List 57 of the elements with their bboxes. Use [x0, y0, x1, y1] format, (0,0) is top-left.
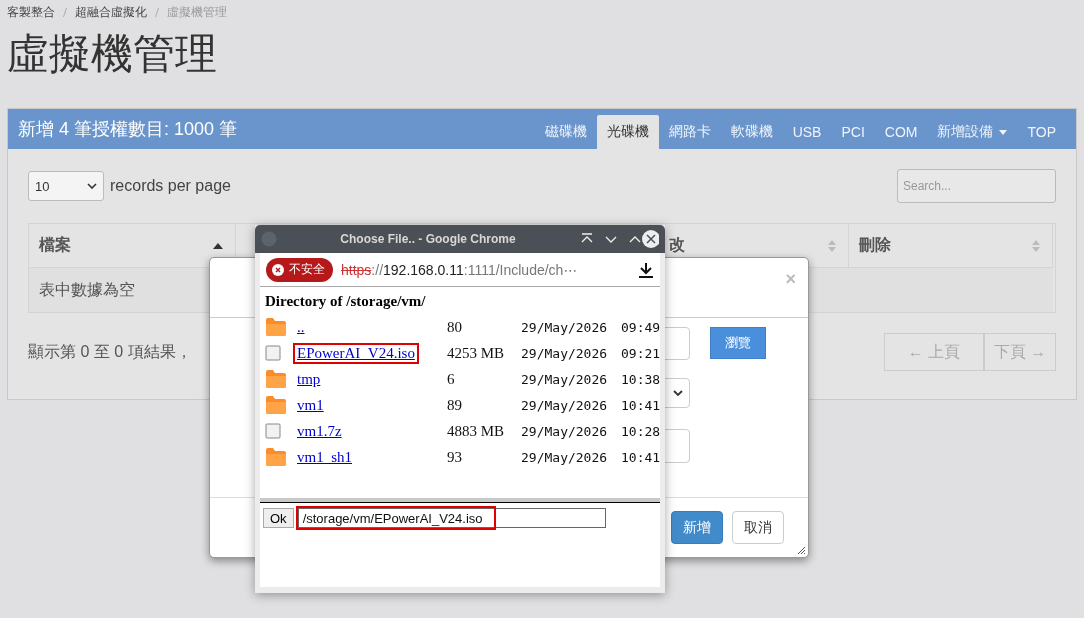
browse-button[interactable]: 瀏覽 [710, 327, 766, 359]
path-field[interactable]: /storage/vm/EPowerAI_V24.iso [297, 508, 606, 528]
folder-icon [265, 447, 287, 467]
file-date: 29/May/2026 [521, 397, 609, 413]
file-date: 29/May/2026 [521, 319, 609, 335]
separator-icon [63, 8, 67, 17]
file-link[interactable]: vm1_sh1 [295, 448, 354, 466]
file-link[interactable]: .. [295, 318, 307, 336]
file-time: 10:28 [621, 423, 661, 439]
file-link[interactable]: vm1.7z [295, 422, 344, 440]
breadcrumb-item[interactable]: 客製整合 [7, 4, 55, 21]
file-link[interactable]: tmp [295, 370, 323, 388]
results-info: 顯示第 0 至 0 項結果， [28, 341, 192, 362]
caret-icon [999, 129, 1008, 135]
file-time: 10:41 [621, 449, 661, 465]
file-date: 29/May/2026 [521, 449, 609, 465]
file-size: 93 [447, 448, 463, 466]
tab[interactable]: 新增設備 [927, 115, 1018, 149]
cancel-button[interactable]: 取消 [732, 511, 784, 544]
chevron-down-icon [87, 183, 97, 189]
file-size: 89 [447, 396, 463, 414]
file-date: 29/May/2026 [521, 345, 609, 361]
file-date: 29/May/2026 [521, 423, 609, 439]
file-size: 4883 MB [447, 422, 506, 440]
page-size-label: records per page [110, 177, 231, 195]
file-time: 10:38 [621, 371, 661, 387]
ok-button[interactable]: Ok [263, 508, 294, 528]
add-button[interactable]: 新增 [671, 511, 723, 544]
search-field[interactable]: Search... [897, 169, 1056, 203]
file-time: 10:41 [621, 397, 661, 413]
file-date: 29/May/2026 [521, 371, 609, 387]
page-size-select[interactable]: 10 [28, 171, 104, 201]
download-icon [638, 261, 654, 278]
breadcrumb-item[interactable]: 超融合虛擬化 [75, 4, 147, 21]
file-icon [265, 345, 281, 361]
chevron-down-icon [673, 390, 683, 396]
folder-icon [265, 317, 287, 337]
file-size: 80 [447, 318, 463, 336]
file-time: 09:21 [621, 345, 661, 361]
page-title: 虛擬機管理 [7, 29, 218, 79]
file-link[interactable]: EPowerAI_V24.iso [295, 344, 417, 362]
tab[interactable]: 光碟機 [596, 115, 659, 149]
file-link[interactable]: vm1 [295, 396, 326, 414]
file-icon [265, 423, 281, 439]
file-size: 6 [447, 370, 456, 388]
directory-heading: Directory of /storage/vm/ [265, 293, 427, 310]
separator-icon [155, 8, 159, 17]
breadcrumb-item: 虛擬機管理 [167, 4, 227, 21]
folder-icon [265, 395, 287, 415]
panel-title: 新增 4 筆授權數目: 1000 筆 [18, 118, 238, 141]
error-icon [272, 263, 284, 276]
window-title: Choose File.. - Google Chrome [339, 232, 517, 246]
file-time: 09:49 [621, 319, 661, 335]
resize-grip-icon [797, 546, 805, 554]
folder-icon [265, 369, 287, 389]
security-badge: 不安全 [266, 257, 333, 282]
file-size: 4253 MB [447, 344, 506, 362]
